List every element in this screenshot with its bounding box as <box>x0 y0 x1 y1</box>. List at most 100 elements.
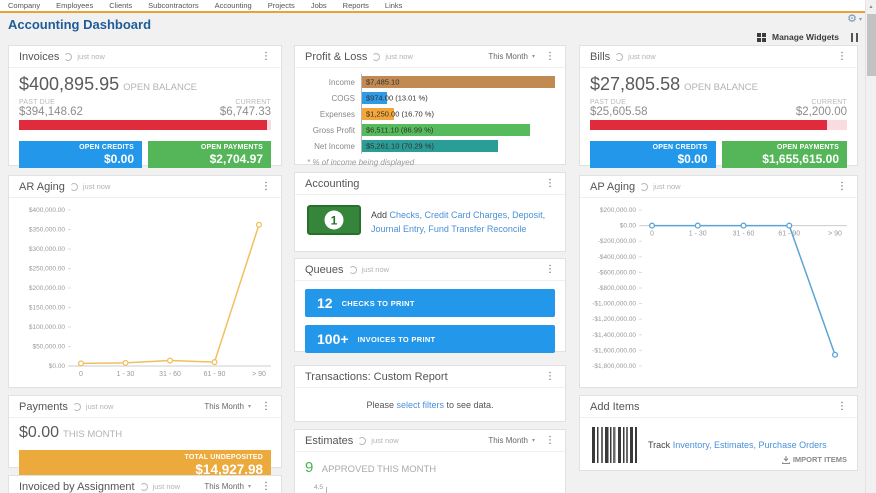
period-dropdown[interactable]: This Month <box>488 52 528 61</box>
open-credits-value: $0.00 <box>27 152 134 166</box>
svg-text:-$600,000.00: -$600,000.00 <box>598 269 637 276</box>
kebab-menu-icon[interactable]: ⋮ <box>545 436 555 446</box>
invoices-widget: Invoices just now ⋮ $400,895.95 OPEN BAL… <box>8 45 282 166</box>
kebab-menu-icon[interactable]: ⋮ <box>545 179 555 189</box>
kebab-menu-icon[interactable]: ⋮ <box>261 482 271 492</box>
pl-bar-row: Gross Profit$6,511.10 (86.99 %) <box>305 122 555 138</box>
open-credits-box[interactable]: OPEN CREDITS $0.00 <box>19 141 142 168</box>
current-label: CURRENT <box>220 99 271 106</box>
import-items-button[interactable]: IMPORT ITEMS <box>782 455 847 464</box>
period-dropdown[interactable]: This Month <box>488 436 528 445</box>
nav-employees[interactable]: Employees <box>56 1 93 10</box>
svg-text:$200,000.00: $200,000.00 <box>600 207 637 214</box>
refresh-icon[interactable] <box>372 53 380 61</box>
estimates-widget: Estimates just now This Month ▾ ⋮ 9 APPR… <box>294 429 566 493</box>
refresh-icon[interactable] <box>70 183 78 191</box>
refresh-icon[interactable] <box>358 437 366 445</box>
invoices-header: Invoices just now ⋮ <box>9 46 281 68</box>
svg-text:$0.00: $0.00 <box>620 223 637 230</box>
transactions-header: Transactions: Custom Report ⋮ <box>295 366 565 388</box>
refresh-icon[interactable] <box>349 266 357 274</box>
ar-aging-chart: $400,000.00$350,000.00$300,000.00$250,00… <box>17 202 275 386</box>
nav-links[interactable]: Links <box>385 1 403 10</box>
kebab-menu-icon[interactable]: ⋮ <box>837 52 847 62</box>
ar-aging-header: AR Aging just now ⋮ <box>9 176 281 198</box>
svg-text:-$200,000.00: -$200,000.00 <box>598 238 637 245</box>
ap-aging-chart: $200,000.00$0.00-$200,000.00-$400,000.00… <box>588 202 851 386</box>
profit-loss-chart: Income$7,485.10COGS$974.00 (13.01 %)Expe… <box>305 74 555 154</box>
open-credits-value: $0.00 <box>598 152 708 166</box>
nav-reports[interactable]: Reports <box>343 1 369 10</box>
kebab-menu-icon[interactable]: ⋮ <box>545 52 555 62</box>
refresh-icon[interactable] <box>73 403 81 411</box>
pause-icon[interactable] <box>851 33 858 42</box>
svg-text:-$1,600,000.00: -$1,600,000.00 <box>592 347 636 354</box>
open-payments-value: $1,655,615.00 <box>730 152 840 166</box>
nav-projects[interactable]: Projects <box>268 1 295 10</box>
dollar-bill-icon: 1 <box>307 205 361 235</box>
select-filters-link[interactable]: select filters <box>396 400 444 410</box>
svg-text:$150,000.00: $150,000.00 <box>29 305 66 312</box>
kebab-menu-icon[interactable]: ⋮ <box>545 372 555 382</box>
open-payments-box[interactable]: OPEN PAYMENTS $2,704.97 <box>148 141 271 168</box>
add-label: Add <box>371 210 387 220</box>
profit-loss-widget: Profit & Loss just now This Month ▾ ⋮ In… <box>294 45 566 165</box>
kebab-menu-icon[interactable]: ⋮ <box>837 402 847 412</box>
undeposited-label: TOTAL UNDEPOSITED <box>27 454 263 461</box>
svg-text:31 - 60: 31 - 60 <box>733 231 755 238</box>
accounting-widget: Accounting ⋮ 1 Add Checks, Credit Card C… <box>294 172 566 252</box>
svg-text:$0.00: $0.00 <box>49 363 66 370</box>
past-due-value: $394,148.62 <box>19 106 83 118</box>
invoiced-by-assignment-header: Invoiced by Assignment just now This Mon… <box>9 476 281 493</box>
kebab-menu-icon[interactable]: ⋮ <box>261 402 271 412</box>
axis-line <box>326 487 327 493</box>
page-scrollbar[interactable]: ▲ <box>865 0 876 493</box>
kebab-menu-icon[interactable]: ⋮ <box>837 182 847 192</box>
period-dropdown[interactable]: This Month <box>204 402 244 411</box>
open-balance-value: $27,805.58 <box>590 74 680 95</box>
open-credits-box[interactable]: OPEN CREDITS $0.00 <box>590 141 716 168</box>
widget-title: AP Aging <box>590 181 635 193</box>
message-pre: Please <box>366 400 394 410</box>
invoices-to-print-button[interactable]: 100+ INVOICES TO PRINT <box>305 325 555 353</box>
refresh-icon[interactable] <box>140 483 148 491</box>
open-payments-box[interactable]: OPEN PAYMENTS $1,655,615.00 <box>722 141 848 168</box>
dashboard-toolbar: Manage Widgets <box>757 32 858 42</box>
kebab-menu-icon[interactable]: ⋮ <box>261 182 271 192</box>
kebab-menu-icon[interactable]: ⋮ <box>545 265 555 275</box>
widget-title: Invoices <box>19 51 59 63</box>
refresh-icon[interactable] <box>640 183 648 191</box>
checks-to-print-button[interactable]: 12 CHECKS TO PRINT <box>305 289 555 317</box>
last-updated: just now <box>86 402 114 411</box>
queues-widget: Queues just now ⋮ 12 CHECKS TO PRINT 100… <box>294 258 566 352</box>
svg-text:-$800,000.00: -$800,000.00 <box>598 285 637 292</box>
nav-clients[interactable]: Clients <box>109 1 132 10</box>
nav-jobs[interactable]: Jobs <box>311 1 327 10</box>
message-post: to see data. <box>447 400 494 410</box>
transactions-message: Please select filters to see data. <box>295 388 565 422</box>
top-nav: Company Employees Clients Subcontractors… <box>0 0 876 13</box>
nav-company[interactable]: Company <box>8 1 40 10</box>
accounting-action-links[interactable]: Checks, Credit Card Charges, Deposit, Jo… <box>371 210 545 234</box>
svg-text:61 - 90: 61 - 90 <box>778 231 800 238</box>
nav-subcontractors[interactable]: Subcontractors <box>148 1 198 10</box>
refresh-icon[interactable] <box>615 53 623 61</box>
widget-title: Queues <box>305 264 344 276</box>
scroll-up-arrow[interactable]: ▲ <box>866 0 876 10</box>
kebab-menu-icon[interactable]: ⋮ <box>261 52 271 62</box>
pl-bar-row: Expenses$1,250.00 (16.70 %) <box>305 106 555 122</box>
scrollbar-thumb[interactable] <box>867 14 876 76</box>
svg-text:$350,000.00: $350,000.00 <box>29 227 66 234</box>
svg-text:-$1,800,000.00: -$1,800,000.00 <box>592 363 636 370</box>
bill-number: 1 <box>325 211 344 230</box>
add-items-links[interactable]: Inventory, Estimates, Purchase Orders <box>673 440 827 450</box>
period-dropdown[interactable]: This Month <box>204 482 244 491</box>
svg-text:-$1,200,000.00: -$1,200,000.00 <box>592 316 636 323</box>
refresh-icon[interactable] <box>64 53 72 61</box>
nav-accounting[interactable]: Accounting <box>215 1 252 10</box>
ap-aging-header: AP Aging just now ⋮ <box>580 176 857 198</box>
manage-widgets-button[interactable]: Manage Widgets <box>772 32 839 42</box>
widget-title: Invoiced by Assignment <box>19 481 135 493</box>
settings-menu[interactable]: ⚙ ▾ <box>847 14 862 25</box>
svg-text:-$1,400,000.00: -$1,400,000.00 <box>592 332 636 339</box>
